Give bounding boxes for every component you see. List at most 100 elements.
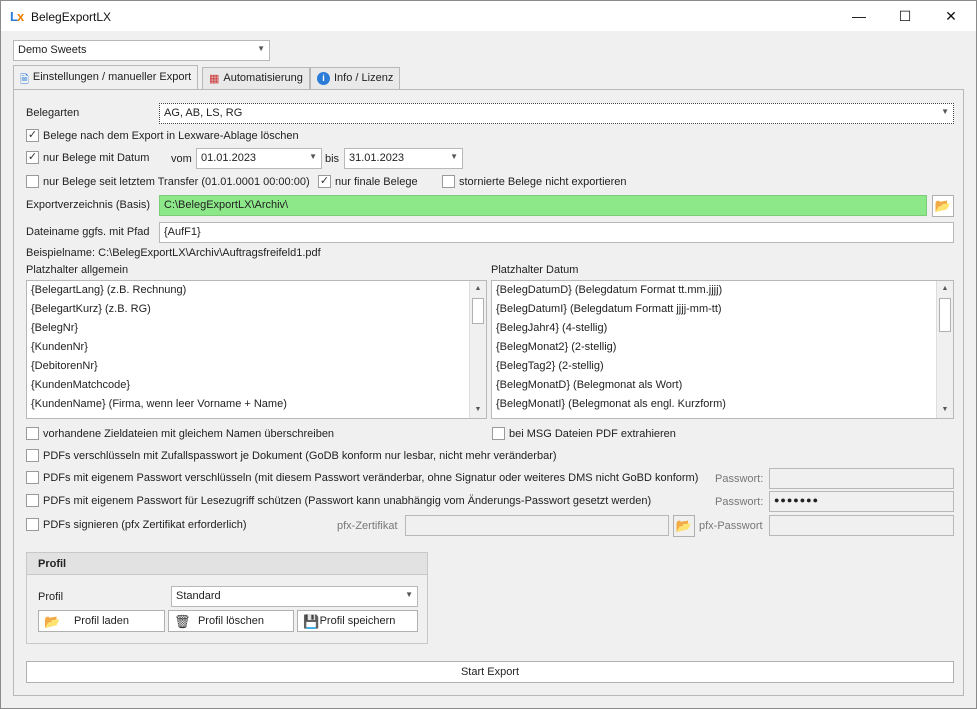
delete-after-export-checkbox[interactable]: ✓ bbox=[26, 129, 39, 142]
folder-load-icon: 📂 bbox=[44, 614, 61, 629]
list-item[interactable]: {KundenMatchcode} bbox=[27, 376, 486, 395]
chevron-down-icon: ▼ bbox=[450, 152, 458, 161]
scroll-down-icon[interactable]: ▼ bbox=[470, 402, 486, 418]
filename-label: Dateiname ggfs. mit Pfad bbox=[26, 226, 150, 238]
list-item[interactable]: {KundenNr} bbox=[27, 338, 486, 357]
only-final-checkbox[interactable]: ✓ bbox=[318, 175, 331, 188]
document-settings-icon: 🗎 bbox=[20, 74, 29, 86]
only-final-label: nur finale Belege bbox=[335, 176, 418, 188]
export-dir-field[interactable]: C:\BelegExportLX\Archiv\ bbox=[159, 195, 927, 216]
maximize-button[interactable]: ☐ bbox=[882, 1, 928, 31]
scroll-thumb[interactable] bbox=[939, 298, 951, 332]
load-profile-label: Profil laden bbox=[73, 615, 130, 627]
close-icon: ✕ bbox=[945, 7, 957, 24]
start-export-button[interactable]: Start Export bbox=[26, 661, 954, 683]
minimize-icon: — bbox=[852, 8, 866, 24]
tab-automation[interactable]: ▦ Automatisierung bbox=[202, 67, 310, 89]
date-from-picker[interactable]: 01.01.2023 ▼ bbox=[196, 148, 322, 169]
filename-field[interactable]: {AufF1} bbox=[159, 222, 954, 243]
calendar-clock-icon: ▦ bbox=[209, 73, 220, 85]
list-item[interactable]: {BelegMonat2} (2-stellig) bbox=[492, 338, 953, 357]
sign-label: PDFs signieren (pfx Zertifikat erforderl… bbox=[43, 519, 247, 531]
read-password-checkbox[interactable] bbox=[26, 494, 39, 507]
trash-icon: 🗑 bbox=[174, 614, 191, 629]
tab-settings-label: Einstellungen / manueller Export bbox=[32, 71, 192, 83]
folder-open-icon[interactable]: 📂 bbox=[673, 515, 695, 537]
minimize-button[interactable]: — bbox=[836, 1, 882, 31]
pfx-cert-field[interactable] bbox=[405, 515, 669, 536]
list-item[interactable]: {BelegNr} bbox=[27, 319, 486, 338]
list-item[interactable]: {BelegDatumI} (Belegdatum Formatt jjjj-m… bbox=[492, 300, 953, 319]
info-icon: i bbox=[317, 72, 330, 85]
pfx-cert-label: pfx-Zertifikat bbox=[337, 520, 398, 532]
profile-select-value: Standard bbox=[176, 590, 221, 602]
read-password-field[interactable]: ●●●●●●● bbox=[769, 491, 954, 512]
since-last-transfer-checkbox[interactable] bbox=[26, 175, 39, 188]
save-profile-button[interactable]: 💾 Profil speichern bbox=[297, 610, 418, 632]
belegarten-select[interactable]: AG, AB, LS, RG ▼ bbox=[159, 103, 954, 124]
scrollbar[interactable]: ▲ ▼ bbox=[936, 281, 953, 418]
delete-profile-button[interactable]: 🗑 Profil löschen bbox=[168, 610, 294, 632]
title-bar: Lx BelegExportLX — ☐ ✕ bbox=[1, 1, 976, 31]
date-to-value: 31.01.2023 bbox=[349, 152, 405, 164]
export-dir-label: Exportverzeichnis (Basis) bbox=[26, 199, 151, 211]
no-cancelled-label: stornierte Belege nicht exportieren bbox=[459, 176, 627, 188]
placeholder-date-list[interactable]: {BelegDatumD} (Belegdatum Format tt.mm.j… bbox=[491, 280, 954, 419]
password-label-1: Passwort: bbox=[715, 473, 764, 485]
floppy-disk-icon: 💾 bbox=[303, 614, 320, 629]
folder-open-icon[interactable]: 📂 bbox=[932, 195, 954, 217]
list-item[interactable]: {BelegDatumD} (Belegdatum Format tt.mm.j… bbox=[492, 281, 953, 300]
date-to-picker[interactable]: 31.01.2023 ▼ bbox=[344, 148, 463, 169]
own-password-checkbox[interactable] bbox=[26, 471, 39, 484]
chevron-down-icon: ▼ bbox=[309, 152, 317, 161]
belegarten-value: AG, AB, LS, RG bbox=[164, 107, 243, 119]
since-last-transfer-label: nur Belege seit letztem Transfer (01.01.… bbox=[43, 176, 310, 188]
scroll-up-icon[interactable]: ▲ bbox=[470, 281, 486, 297]
msg-extract-checkbox[interactable] bbox=[492, 427, 505, 440]
date-from-label: vom bbox=[171, 153, 192, 165]
only-with-date-checkbox[interactable]: ✓ bbox=[26, 151, 39, 164]
list-item[interactable]: {BelegartKurz} (z.B. RG) bbox=[27, 300, 486, 319]
password-label-2: Passwort: bbox=[715, 496, 764, 508]
window-title: BelegExportLX bbox=[31, 10, 112, 24]
list-item[interactable]: {BelegMonatD} (Belegmonat als Wort) bbox=[492, 376, 953, 395]
profile-label: Profil bbox=[38, 591, 64, 603]
pfx-password-label: pfx-Passwort bbox=[699, 520, 763, 532]
read-password-label: PDFs mit eigenem Passwort für Lesezugrif… bbox=[43, 495, 652, 507]
chevron-down-icon: ▼ bbox=[405, 590, 413, 599]
date-to-label: bis bbox=[325, 153, 340, 165]
tab-info[interactable]: i Info / Lizenz bbox=[310, 67, 401, 89]
random-password-checkbox[interactable] bbox=[26, 449, 39, 462]
profile-group-header: Profil bbox=[27, 553, 427, 575]
placeholder-date-label: Platzhalter Datum bbox=[491, 264, 579, 276]
tab-automation-label: Automatisierung bbox=[223, 72, 303, 84]
list-item[interactable]: {BelegJahr4} (4-stellig) bbox=[492, 319, 953, 338]
chevron-down-icon: ▼ bbox=[257, 44, 265, 53]
list-item[interactable]: {DebitorenNr} bbox=[27, 357, 486, 376]
load-profile-button[interactable]: 📂 Profil laden bbox=[38, 610, 165, 632]
tab-settings[interactable]: 🗎 Einstellungen / manueller Export bbox=[13, 65, 199, 90]
profile-group: Profil Profil Standard ▼ 📂 Profil laden … bbox=[26, 552, 428, 644]
list-item[interactable]: {BelegartLang} (z.B. Rechnung) bbox=[27, 281, 486, 300]
save-profile-label: Profil speichern bbox=[319, 615, 396, 627]
edit-password-field[interactable] bbox=[769, 468, 954, 489]
scroll-up-icon[interactable]: ▲ bbox=[937, 281, 953, 297]
no-cancelled-checkbox[interactable] bbox=[442, 175, 455, 188]
close-button[interactable]: ✕ bbox=[928, 1, 974, 31]
placeholder-general-list[interactable]: {BelegartLang} (z.B. Rechnung) {Belegart… bbox=[26, 280, 487, 419]
profile-select[interactable]: Standard ▼ bbox=[171, 586, 418, 607]
company-select[interactable]: Demo Sweets ▼ bbox=[13, 40, 270, 61]
own-password-label: PDFs mit eigenem Passwort verschlüsseln … bbox=[43, 472, 699, 484]
delete-after-export-label: Belege nach dem Export in Lexware-Ablage… bbox=[43, 130, 299, 142]
maximize-icon: ☐ bbox=[898, 7, 912, 24]
list-item[interactable]: {BelegTag2} (2-stellig) bbox=[492, 357, 953, 376]
list-item[interactable]: {BelegMonatI} (Belegmonat als engl. Kurz… bbox=[492, 395, 953, 414]
overwrite-checkbox[interactable] bbox=[26, 427, 39, 440]
sign-checkbox[interactable] bbox=[26, 518, 39, 531]
list-item[interactable]: {KundenName} (Firma, wenn leer Vorname +… bbox=[27, 395, 486, 414]
scrollbar[interactable]: ▲ ▼ bbox=[469, 281, 486, 418]
pfx-password-field[interactable] bbox=[769, 515, 954, 536]
overwrite-label: vorhandene Zieldateien mit gleichem Name… bbox=[43, 428, 335, 440]
scroll-down-icon[interactable]: ▼ bbox=[937, 402, 953, 418]
scroll-thumb[interactable] bbox=[472, 298, 484, 324]
